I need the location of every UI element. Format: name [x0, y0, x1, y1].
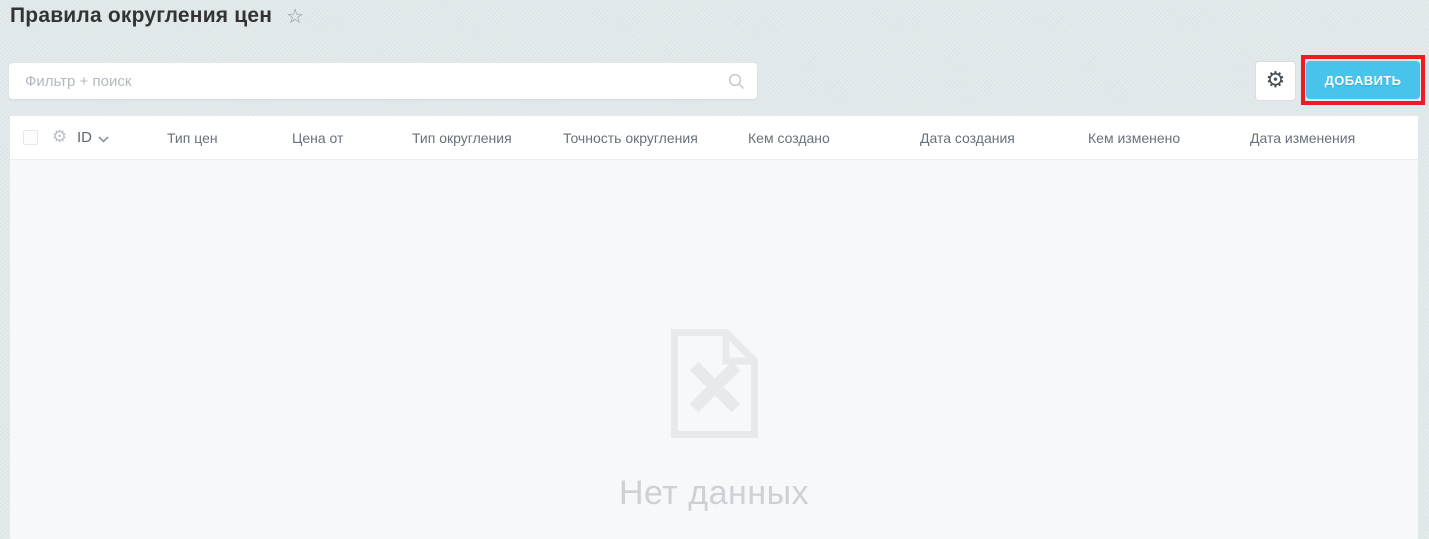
settings-button[interactable]: ⚙	[1255, 61, 1296, 101]
column-header-id[interactable]: ID	[72, 129, 162, 146]
document-x-icon	[670, 329, 758, 438]
column-header-modified-date[interactable]: Дата изменения	[1245, 130, 1418, 146]
table-body: Нет данных	[10, 160, 1418, 539]
column-settings-cell[interactable]: ⚙	[48, 129, 72, 146]
page-title: Правила округления цен	[10, 4, 273, 27]
add-button[interactable]: ДОБАВИТЬ	[1306, 61, 1420, 99]
column-header-price-type[interactable]: Тип цен	[162, 130, 287, 146]
chevron-down-icon	[98, 135, 109, 143]
search-input[interactable]	[9, 63, 757, 99]
column-label: ID	[77, 129, 92, 146]
empty-state: Нет данных	[619, 329, 809, 513]
column-header-rounding-type[interactable]: Тип округления	[407, 130, 558, 146]
column-header-created-by[interactable]: Кем создано	[743, 130, 915, 146]
column-header-price-from[interactable]: Цена от	[287, 130, 407, 146]
data-table: ⚙ ID Тип цен Цена от Тип округления Точн…	[10, 116, 1418, 539]
search-box[interactable]	[9, 63, 757, 99]
select-all-checkbox[interactable]	[23, 130, 38, 145]
empty-state-text: Нет данных	[618, 474, 810, 512]
page: Правила округления цен ☆ ⚙ ДОБАВИТЬ ⚙ ID	[0, 0, 1429, 539]
favorite-star-icon[interactable]: ☆	[286, 6, 304, 26]
page-header: Правила округления цен ☆	[10, 4, 304, 28]
column-header-modified-by[interactable]: Кем изменено	[1083, 130, 1245, 146]
gear-icon: ⚙	[52, 127, 68, 147]
gear-icon: ⚙	[1265, 68, 1286, 93]
column-header-rounding-precision[interactable]: Точность округления	[558, 130, 743, 146]
column-header-created-date[interactable]: Дата создания	[915, 130, 1083, 146]
select-all-cell	[10, 130, 48, 145]
table-header-row: ⚙ ID Тип цен Цена от Тип округления Точн…	[10, 116, 1418, 160]
